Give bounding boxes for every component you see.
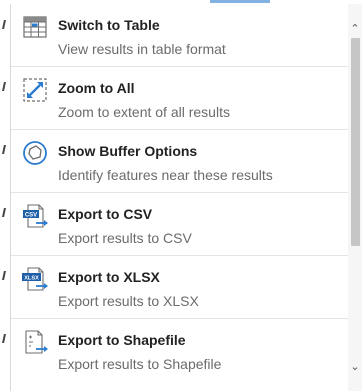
text-fragment <box>2 145 6 154</box>
menu-item-title: Zoom to All <box>58 80 135 96</box>
menu-item-description: Identify features near these results <box>58 167 273 183</box>
zoom-to-all-icon <box>21 76 49 104</box>
menu-item-description: Export results to CSV <box>58 230 192 246</box>
menu-item-description: Export results to Shapefile <box>58 356 222 372</box>
menu-item-show-buffer-options[interactable]: Show Buffer Options Identify features ne… <box>11 130 348 193</box>
table-icon <box>21 13 49 41</box>
xlsx-badge: XLSX <box>24 275 39 281</box>
csv-badge: CSV <box>25 212 37 218</box>
buffer-icon <box>21 139 49 167</box>
underlying-content-edge <box>0 0 10 391</box>
menu-item-title: Show Buffer Options <box>58 143 198 159</box>
menu-item-zoom-to-all[interactable]: Zoom to All Zoom to extent of all result… <box>11 67 348 130</box>
csv-export-icon: CSV <box>21 202 49 230</box>
xlsx-export-icon: XLSX <box>21 265 49 293</box>
text-fragment <box>2 271 6 280</box>
menu-item-export-to-xlsx[interactable]: XLSX Export to XLSX Export results to XL… <box>11 256 348 319</box>
menu-item-switch-to-table[interactable]: Switch to Table View results in table fo… <box>11 4 348 67</box>
header-edge <box>210 0 270 3</box>
shapefile-export-icon <box>21 328 49 356</box>
scroll-up-button[interactable]: ⌃ <box>348 22 362 36</box>
options-menu: Switch to Table View results in table fo… <box>10 4 348 391</box>
menu-item-description: Zoom to extent of all results <box>58 104 230 120</box>
menu-item-export-to-csv[interactable]: CSV Export to CSV Export results to CSV <box>11 193 348 256</box>
results-options-menu-window: Switch to Table View results in table fo… <box>0 0 362 391</box>
text-fragment <box>2 82 6 91</box>
scroll-down-button[interactable]: ⌄ <box>348 360 362 374</box>
scroll-thumb[interactable] <box>351 38 360 246</box>
menu-item-title: Switch to Table <box>58 17 160 33</box>
menu-item-description: View results in table format <box>58 41 226 57</box>
menu-item-export-to-shapefile[interactable]: Export to Shapefile Export results to Sh… <box>11 319 348 382</box>
text-fragment <box>2 334 6 343</box>
menu-scrollbar[interactable]: ⌃ ⌄ <box>348 4 362 391</box>
text-fragment <box>2 20 6 29</box>
menu-item-title: Export to CSV <box>58 206 153 222</box>
menu-item-description: Export results to XLSX <box>58 293 199 309</box>
menu-item-title: Export to XLSX <box>58 269 160 285</box>
text-fragment <box>2 208 6 217</box>
menu-item-title: Export to Shapefile <box>58 332 186 348</box>
